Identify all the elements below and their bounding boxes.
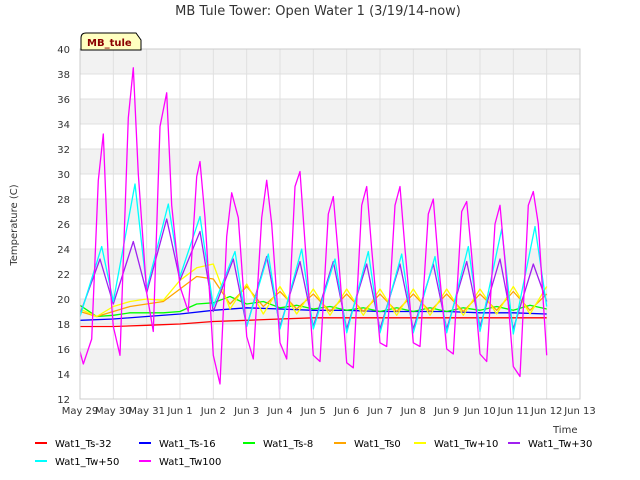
chart-title: MB Tule Tower: Open Water 1 (3/19/14-now…	[175, 4, 461, 19]
legend-item: Wat1_Tw+30	[508, 439, 592, 450]
legend-label: Wat1_Ts0	[354, 439, 401, 450]
y-tick-label: 40	[57, 45, 70, 56]
legend-label: Wat1_Tw+30	[528, 439, 592, 450]
x-tick-label: Jun 5	[300, 406, 326, 417]
legend-label: Wat1_Tw100	[159, 457, 221, 468]
plot-band	[80, 149, 580, 174]
y-tick-label: 30	[57, 170, 70, 181]
y-tick-label: 20	[57, 295, 70, 306]
station-label: MB_tule	[87, 38, 132, 49]
y-tick-label: 28	[57, 195, 70, 206]
legend-item: Wat1_Ts-8	[243, 439, 313, 450]
x-tick-label: Jun 2	[200, 406, 226, 417]
y-tick-label: 38	[57, 70, 70, 81]
y-tick-label: 16	[57, 345, 70, 356]
y-tick-label: 34	[57, 120, 70, 131]
y-tick-label: 22	[57, 270, 70, 281]
legend-item: Wat1_Tw+10	[414, 439, 498, 450]
x-tick-label: Jun 1	[166, 406, 192, 417]
y-tick-label: 32	[57, 145, 70, 156]
legend-label: Wat1_Ts-8	[263, 439, 313, 450]
x-tick-label: Jun 13	[563, 406, 596, 417]
x-tick-label: Jun 12	[530, 406, 563, 417]
x-tick-label: May 31	[128, 406, 165, 417]
plot-band	[80, 199, 580, 224]
y-tick-label: 12	[57, 395, 70, 406]
x-axis-ticks: May 29May 30May 31 Jun 1 Jun 2 Jun 3 Jun 4 Ju…	[62, 406, 596, 417]
plot-band	[80, 99, 580, 124]
x-axis-title: Time	[552, 425, 577, 436]
plot-band	[80, 349, 580, 374]
y-tick-label: 24	[57, 245, 70, 256]
y-tick-label: 14	[57, 370, 70, 381]
plot-band	[80, 49, 580, 74]
legend-item: Wat1_Tw+50	[35, 457, 119, 468]
legend-label: Wat1_Tw+50	[55, 457, 119, 468]
legend-label: Wat1_Ts-16	[159, 439, 216, 450]
station-badge: MB_tule	[80, 32, 142, 51]
x-tick-label: Jun 7	[366, 406, 392, 417]
legend-label: Wat1_Tw+10	[434, 439, 498, 450]
legend-item: Wat1_Tw100	[139, 457, 221, 468]
y-tick-label: 26	[57, 220, 70, 231]
x-tick-label: Jun 8	[400, 406, 426, 417]
line-chart: MB Tule Tower: Open Water 1 (3/19/14-now…	[9, 4, 596, 468]
legend-label: Wat1_Ts-32	[55, 439, 112, 450]
legend: Wat1_Ts-32 Wat1_Ts-16 Wat1_Ts-8 Wat1_Ts0 Wat…	[35, 439, 592, 468]
legend-item: Wat1_Ts0	[334, 439, 401, 450]
x-tick-label: May 29	[62, 406, 99, 417]
y-tick-label: 36	[57, 95, 70, 106]
x-tick-label: Jun 9	[433, 406, 459, 417]
y-axis-title: Temperature (C)	[9, 184, 20, 266]
y-tick-label: 18	[57, 320, 70, 331]
x-tick-label: Jun 4	[266, 406, 292, 417]
legend-item: Wat1_Ts-16	[139, 439, 216, 450]
x-tick-label: Jun 6	[333, 406, 359, 417]
x-tick-label: Jun 11	[497, 406, 530, 417]
x-tick-label: Jun 10	[463, 406, 496, 417]
x-tick-label: May 30	[95, 406, 132, 417]
y-axis-ticks: 12 14 16 18 20 22 24 26 28 30 32 34 36 38 40	[57, 45, 70, 406]
legend-item: Wat1_Ts-32	[35, 439, 112, 450]
x-tick-label: Jun 3	[233, 406, 259, 417]
